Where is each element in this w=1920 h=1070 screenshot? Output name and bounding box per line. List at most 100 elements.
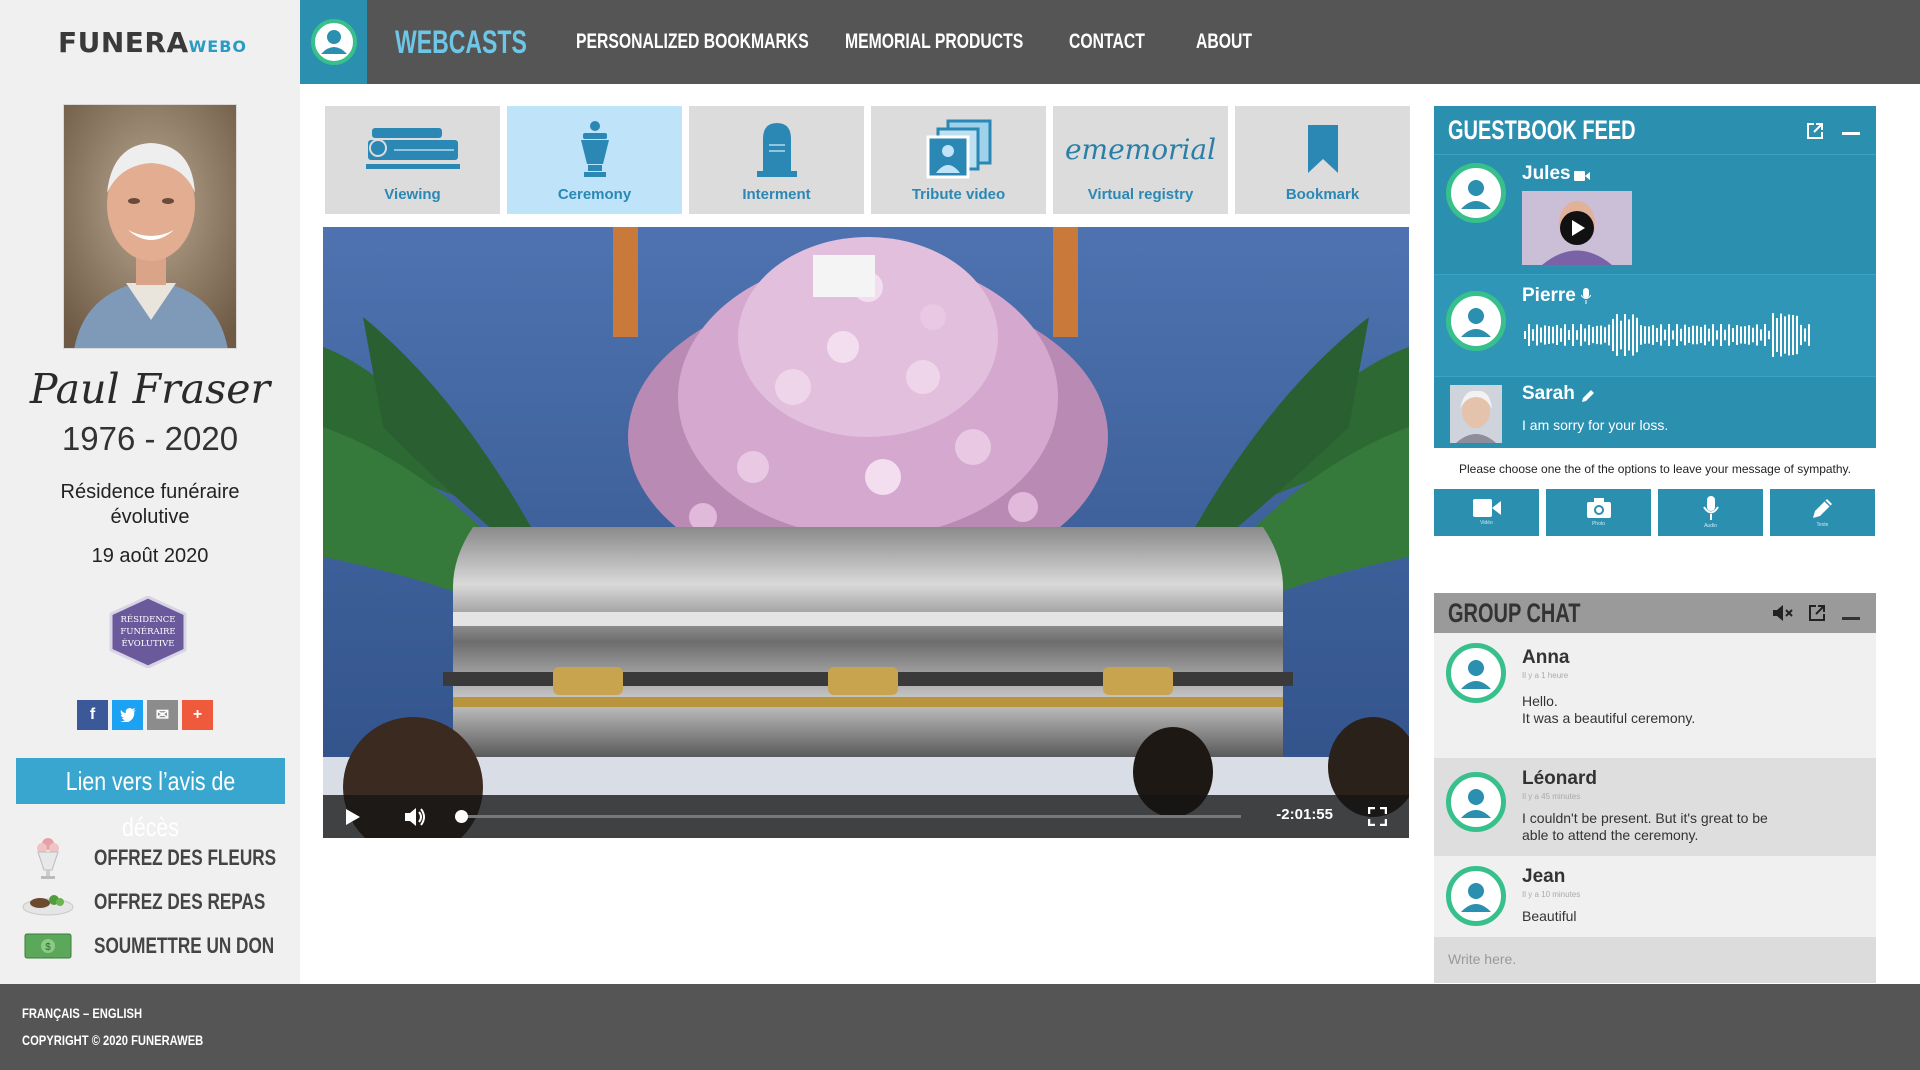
user-avatar-icon [1461,180,1491,209]
badge-line: ÉVOLUTIVE [121,639,175,649]
text-message-button[interactable]: Texte [1770,489,1875,536]
meal-plate-icon [22,882,74,922]
copyright-text: COPYRIGHT © 2020 FUNERAWEB [22,1032,204,1048]
waveform-bar [1628,319,1630,351]
nav-contact[interactable]: CONTACT [1069,0,1145,84]
facebook-share-button[interactable]: f [77,700,108,730]
popout-icon[interactable] [1808,604,1826,622]
email-icon: ✉ [155,707,170,724]
fullscreen-icon[interactable] [1368,807,1387,826]
bookmark-icon [1235,118,1410,180]
tab-bookmark[interactable]: Bookmark [1235,106,1410,214]
volume-icon[interactable] [403,806,427,828]
waveform-bar [1784,316,1786,354]
twitter-icon [119,708,136,722]
tab-tribute-video-label: Tribute video [911,186,1006,203]
tab-ceremony[interactable]: Ceremony [507,106,682,214]
waveform-bar [1748,325,1750,345]
obituary-link-button[interactable]: Lien vers l’avis de décès [16,758,285,842]
chat-text: Hello. It was a beautiful ceremony. [1522,693,1695,727]
waveform-bar [1752,327,1754,343]
video-time-remaining: -2:01:55 [1276,806,1333,823]
language-switcher[interactable]: FRANÇAIS – ENGLISH [22,1005,142,1021]
waveform-bar [1564,324,1566,346]
chat-input-placeholder: Write here. [1448,951,1517,967]
waveform-bar [1700,327,1702,343]
avatar [1446,643,1506,703]
user-avatar-icon [1461,308,1491,337]
waveform-bar [1704,324,1706,346]
waveform-bar [1580,324,1582,346]
user-avatar-icon [1461,660,1491,689]
chat-author: Anna [1522,647,1570,668]
waveform-bar [1652,325,1654,345]
minimize-icon[interactable] [1842,617,1860,621]
waveform-bar [1780,313,1782,357]
waveform-bar [1528,324,1530,346]
waveform-bar [1556,324,1558,346]
waveform-bar [1796,315,1798,355]
sympathy-hint: Please choose one the of the options to … [1458,462,1851,476]
guestbook-entry[interactable]: Sarah I am sorry for your loss. [1434,376,1876,448]
nav-webcasts[interactable]: WEBCASTS [395,0,527,84]
email-share-button[interactable]: ✉ [147,700,178,730]
minimize-icon[interactable] [1842,132,1860,136]
deceased-portrait [63,104,237,349]
waveform-bar [1600,325,1602,345]
waveform-bar [1584,328,1586,342]
user-account-button[interactable] [300,0,367,84]
waveform-bar [1744,326,1746,344]
video-message-label: Vidéo [1480,520,1493,526]
tab-viewing[interactable]: Viewing [325,106,500,214]
photo-message-button[interactable]: Photo [1546,489,1651,536]
audio-message-button[interactable]: Audio [1658,489,1763,536]
submit-donation-label: SOUMETTRE UN DON [94,933,275,958]
waveform-bar [1756,324,1758,346]
chat-message: Anna Il y a 1 heure Hello. It was a beau… [1434,633,1876,758]
waveform-bar [1648,326,1650,344]
audio-waveform[interactable] [1522,307,1822,363]
nav-about[interactable]: ABOUT [1196,0,1252,84]
guestbook-entry[interactable]: Pierre [1434,274,1876,376]
mute-icon[interactable] [1772,604,1794,622]
nav-personalized-bookmarks[interactable]: PERSONALIZED BOOKMARKS [576,0,809,84]
nav-memorial-products[interactable]: MEMORIAL PRODUCTS [845,0,1023,84]
waveform-bar [1644,326,1646,344]
waveform-bar [1688,327,1690,343]
chat-input-field[interactable]: Write here. [1434,937,1876,983]
waveform-bar [1760,329,1762,341]
funeraweb-logo[interactable]: FUNERAWEBO [58,26,247,59]
chat-line: Hello. [1522,693,1558,709]
waveform-bar [1800,324,1802,346]
play-icon[interactable] [345,808,361,826]
offer-meals-link[interactable]: OFFREZ DES REPAS [22,880,327,924]
video-progress-handle[interactable] [455,810,468,823]
guestbook-entry[interactable]: Jules [1434,154,1876,274]
footer: FRANÇAIS – ENGLISH COPYRIGHT © 2020 FUNE… [0,984,1920,1070]
waveform-bar [1720,324,1722,346]
twitter-share-button[interactable] [112,700,143,730]
waveform-bar [1576,330,1578,340]
waveform-bar [1808,324,1810,346]
submit-donation-link[interactable]: $ SOUMETTRE UN DON [22,924,327,968]
pencil-icon [1582,390,1594,402]
video-message-thumbnail[interactable] [1522,191,1632,265]
waveform-bar [1532,329,1534,341]
offer-flowers-link[interactable]: OFFREZ DES FLEURS [22,836,327,880]
more-share-button[interactable]: + [182,700,213,730]
tab-interment[interactable]: Interment [689,106,864,214]
video-message-button[interactable]: Vidéo [1434,489,1539,536]
tab-virtual-registry[interactable]: ememorial Virtual registry [1053,106,1228,214]
webcast-video-player[interactable] [323,227,1409,838]
webcast-tabs: Viewing Ceremony Interment Tribute video… [325,106,1410,214]
waveform-bar [1616,314,1618,356]
social-share-bar: f ✉ + [77,700,213,730]
badge-label: RÉSIDENCE FUNÉRAIRE ÉVOLUTIVE [108,614,188,650]
waveform-bar [1684,324,1686,346]
chat-text: I couldn't be present. But it's great to… [1522,810,1768,844]
popout-icon[interactable] [1806,122,1824,140]
waveform-bar [1544,325,1546,345]
tab-tribute-video[interactable]: Tribute video [871,106,1046,214]
video-progress-track[interactable] [461,815,1241,818]
avatar [1446,772,1506,832]
